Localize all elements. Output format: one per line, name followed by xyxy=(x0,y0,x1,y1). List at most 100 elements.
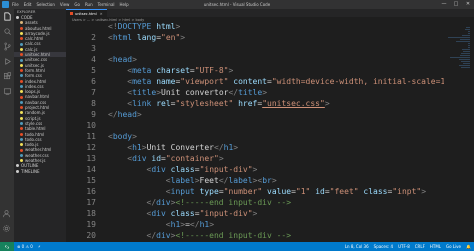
code-line[interactable]: 3 xyxy=(66,43,474,54)
notifications-icon[interactable]: 🔔 xyxy=(466,244,471,249)
live-share-status[interactable]: ⚡ xyxy=(38,244,41,249)
extensions-icon[interactable] xyxy=(3,72,12,81)
maximize-icon[interactable]: □ xyxy=(450,0,462,9)
code-text: </head> xyxy=(108,110,142,119)
cursor-position[interactable]: Ln 8, Col 36 xyxy=(345,244,369,249)
line-number: 8 xyxy=(91,99,96,108)
line-number: 9 xyxy=(91,110,96,119)
code-line[interactable]: 19 <h1>=</h1> xyxy=(66,219,474,230)
line-number: 16 xyxy=(86,187,96,196)
file-type-icon xyxy=(20,69,23,73)
file-type-icon xyxy=(20,143,23,147)
code-line[interactable]: 10 xyxy=(66,120,474,131)
line-number: 4 xyxy=(91,55,96,64)
eol-status[interactable]: CRLF xyxy=(415,244,425,249)
line-number: 5 xyxy=(91,66,96,75)
code-line[interactable]: 17 </div><!-----end input-div --> xyxy=(66,197,474,208)
file-type-icon xyxy=(20,85,23,88)
code-line[interactable]: 4 <head> xyxy=(66,54,474,65)
code-text: <div class="input-div"> xyxy=(146,209,258,218)
code-line[interactable]: 9 </head> xyxy=(66,109,474,120)
minimap-line xyxy=(468,47,470,48)
code-text: <meta name="viewport" content="width=dev… xyxy=(127,77,464,86)
code-text: </div><!-----end input-div --> xyxy=(146,231,292,240)
minimap-line xyxy=(458,59,470,60)
minimap-line xyxy=(461,49,470,50)
file-type-icon xyxy=(20,47,23,51)
code-line[interactable]: 2 <html lang="en"> xyxy=(66,32,474,43)
minimap-line xyxy=(468,45,470,46)
run-debug-icon[interactable] xyxy=(3,57,12,66)
minimap-line xyxy=(460,53,470,54)
minimap-line xyxy=(463,63,470,64)
file-type-icon xyxy=(20,53,23,57)
remote-icon[interactable] xyxy=(3,87,12,96)
code-line[interactable]: 15 <label>Feet</label><br> xyxy=(66,175,474,186)
line-number: 11 xyxy=(86,132,96,141)
line-number: 14 xyxy=(86,165,96,174)
html-file-icon xyxy=(70,12,73,15)
close-icon[interactable]: ✕ xyxy=(462,0,474,9)
tree-item[interactable]: TIMELINE xyxy=(14,169,66,174)
line-number: 12 xyxy=(86,143,96,152)
code-text: <body> xyxy=(108,132,137,141)
code-line[interactable]: 6 <meta name="viewport" content="width=d… xyxy=(66,76,474,87)
code-text: <div class="input-div"> xyxy=(146,165,258,174)
minimize-icon[interactable]: — xyxy=(438,0,450,9)
encoding-status[interactable]: UTF-8 xyxy=(398,244,410,249)
line-number: 13 xyxy=(86,154,96,163)
code-line[interactable]: 11 <body> xyxy=(66,131,474,142)
activity-bottom xyxy=(2,209,11,239)
problems-status[interactable]: ⊗ 0 ⚠ 0 xyxy=(17,244,33,249)
code-line[interactable]: 20 </div><!-----end input-div --> xyxy=(66,230,474,241)
remote-indicator-icon[interactable] xyxy=(0,242,14,251)
file-type-icon xyxy=(20,32,23,36)
code-line[interactable]: 8 <link rel="stylesheet" href="unitsec.c… xyxy=(66,98,474,109)
code-line[interactable]: 16 <input type="number" value="1" id="fe… xyxy=(66,186,474,197)
tree-item-label: TIMELINE xyxy=(21,168,40,174)
code-text: <div id="container"> xyxy=(127,154,224,163)
file-type-icon xyxy=(20,159,23,163)
code-text: <link rel="stylesheet" href="unitsec.css… xyxy=(127,99,330,108)
go-live-button[interactable]: Go Live xyxy=(446,244,461,249)
minimap-line xyxy=(465,27,470,28)
code-text: <html lang="en"> xyxy=(108,33,186,42)
files-icon[interactable] xyxy=(3,12,12,21)
settings-gear-icon[interactable] xyxy=(2,224,11,233)
line-number: 10 xyxy=(86,121,96,130)
explorer-sidebar: EXPLORER CODE assets aboutus.html arraycode… xyxy=(14,9,66,242)
file-type-icon xyxy=(20,111,23,115)
source-control-icon[interactable] xyxy=(3,42,12,51)
search-icon[interactable] xyxy=(3,27,12,36)
tab-unitsec-html[interactable]: unitsec.html ✕ xyxy=(66,9,107,17)
line-number: 18 xyxy=(86,209,96,218)
code-line[interactable]: 18 <div class="input-div"> xyxy=(66,208,474,219)
line-number: 17 xyxy=(86,198,96,207)
file-type-icon xyxy=(20,42,23,46)
file-type-icon xyxy=(20,21,23,25)
account-icon[interactable] xyxy=(2,209,11,218)
code-editor[interactable]: <!DOCTYPE html> 2 <html lang="en"> 3 4 <head>… xyxy=(66,23,474,242)
code-line[interactable]: 7 <title>Unit convertor</title> xyxy=(66,87,474,98)
file-type-icon xyxy=(20,132,23,136)
line-number: 19 xyxy=(86,220,96,229)
code-line[interactable]: <!DOCTYPE html> xyxy=(66,23,474,32)
code-text: <h1>=</h1> xyxy=(165,220,215,229)
editor-tabs: unitsec.html ✕ xyxy=(66,9,474,17)
language-mode[interactable]: HTML xyxy=(430,244,441,249)
code-text: </div><!-----end input-div --> xyxy=(146,198,292,207)
window-controls: — □ ✕ xyxy=(438,0,474,9)
file-type-icon xyxy=(20,116,23,120)
minimap-line xyxy=(460,67,470,68)
code-line[interactable]: 14 <div class="input-div"> xyxy=(66,164,474,175)
line-number: 6 xyxy=(91,77,96,86)
code-line[interactable]: 13 <div id="container"> xyxy=(66,153,474,164)
file-type-icon xyxy=(20,79,23,83)
status-right: Ln 8, Col 36 Spaces: 4 UTF-8 CRLF HTML G… xyxy=(340,244,471,249)
minimap-line xyxy=(458,65,470,66)
code-text: <meta charset="UTF-8"> xyxy=(127,66,234,75)
code-line[interactable]: 12 <h1>Unit Converter</h1> xyxy=(66,142,474,153)
code-line[interactable]: 5 <meta charset="UTF-8"> xyxy=(66,65,474,76)
indentation-status[interactable]: Spaces: 4 xyxy=(374,244,393,249)
minimap[interactable] xyxy=(444,23,474,242)
